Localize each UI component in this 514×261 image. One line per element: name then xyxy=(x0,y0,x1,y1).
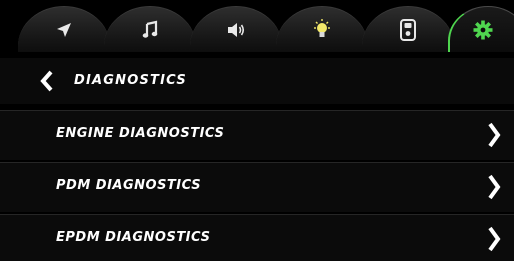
menu-item-epdm-diagnostics[interactable]: EPDM DIAGNOSTICS xyxy=(0,214,514,261)
tab-volume[interactable] xyxy=(190,6,282,52)
page-header: DIAGNOSTICS xyxy=(0,58,514,104)
chevron-left-icon[interactable] xyxy=(40,70,54,92)
tab-settings[interactable] xyxy=(448,6,514,52)
menu-item-label: EPDM DIAGNOSTICS xyxy=(56,230,211,245)
menu-item-pdm-diagnostics[interactable]: PDM DIAGNOSTICS xyxy=(0,162,514,212)
music-note-icon xyxy=(142,20,158,38)
tab-lights[interactable] xyxy=(276,6,368,52)
chevron-right-icon xyxy=(488,226,501,252)
light-bulb-icon xyxy=(314,18,330,37)
gear-icon xyxy=(473,20,492,39)
tab-navigation[interactable] xyxy=(18,6,110,52)
remote-control-icon xyxy=(400,18,416,41)
page-title: DIAGNOSTICS xyxy=(74,73,187,88)
chevron-right-icon xyxy=(488,174,501,200)
top-tab-bar xyxy=(0,0,514,58)
tab-remote[interactable] xyxy=(362,6,454,52)
speaker-icon xyxy=(228,22,245,37)
navigation-arrow-icon xyxy=(57,22,71,37)
menu-item-label: PDM DIAGNOSTICS xyxy=(56,178,202,193)
menu-item-label: ENGINE DIAGNOSTICS xyxy=(56,126,225,141)
chevron-right-icon xyxy=(488,122,501,148)
menu-item-engine-diagnostics[interactable]: ENGINE DIAGNOSTICS xyxy=(0,110,514,160)
tab-music[interactable] xyxy=(104,6,196,52)
